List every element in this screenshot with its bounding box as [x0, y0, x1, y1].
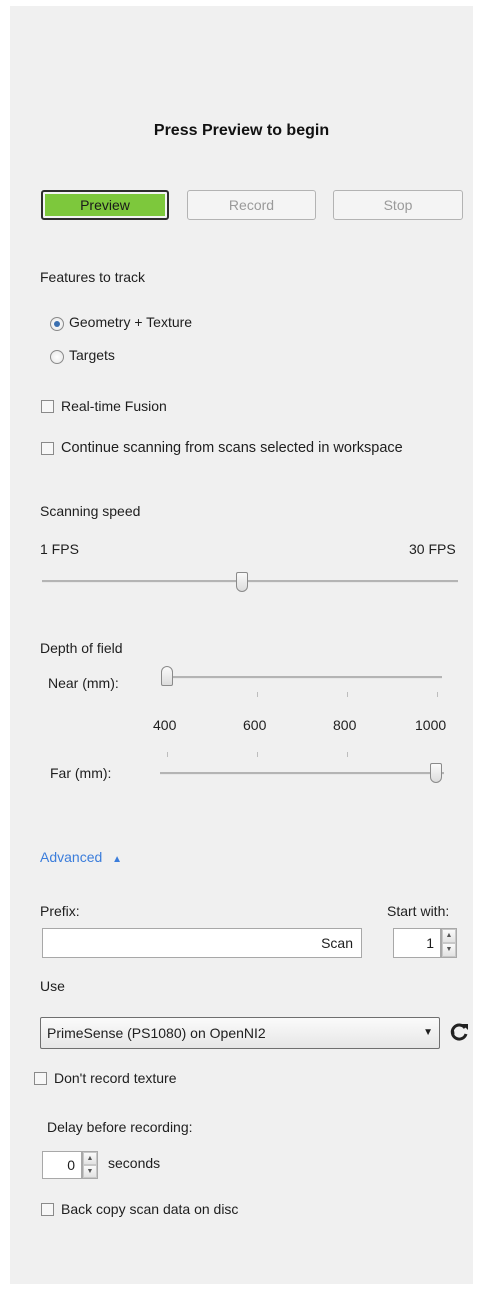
page-title: Press Preview to begin — [153, 122, 330, 139]
far-label: Far (mm): — [50, 765, 112, 781]
continue-scanning-checkbox[interactable] — [41, 442, 54, 455]
speed-min-label: 1 FPS — [40, 541, 79, 557]
advanced-toggle[interactable]: Advanced ▲ — [40, 849, 122, 865]
device-select[interactable]: PrimeSense (PS1080) on OpenNI2 ▼ — [40, 1017, 440, 1049]
scanning-speed-label: Scanning speed — [40, 503, 141, 519]
near-tick — [347, 692, 348, 697]
chevron-down-icon: ▼ — [423, 1027, 433, 1038]
radio-targets-label[interactable]: Targets — [69, 347, 115, 363]
scan-panel: Press Preview to begin Preview Record St… — [10, 6, 473, 1284]
delay-label: Delay before recording: — [47, 1119, 193, 1135]
stepper-down-icon[interactable]: ▼ — [83, 1165, 97, 1178]
preview-button-label: Preview — [45, 194, 165, 216]
back-copy-checkbox[interactable] — [41, 1203, 54, 1216]
delay-input[interactable]: 0 — [42, 1151, 82, 1179]
near-slider-thumb[interactable] — [161, 666, 173, 686]
radio-geometry-texture-label[interactable]: Geometry + Texture — [69, 314, 192, 330]
triangle-up-icon[interactable]: ▲ — [112, 854, 122, 865]
dont-record-texture-label[interactable]: Don't record texture — [54, 1070, 177, 1086]
far-slider-track[interactable] — [160, 772, 444, 775]
start-with-label: Start with: — [387, 903, 450, 919]
near-label: Near (mm): — [48, 675, 119, 691]
depth-of-field-label: Depth of field — [40, 640, 123, 656]
refresh-icon[interactable] — [448, 1021, 470, 1043]
prefix-label: Prefix: — [40, 903, 80, 919]
far-tick — [167, 752, 168, 757]
near-tick — [437, 692, 438, 697]
far-tick — [257, 752, 258, 757]
depth-tick-label: 600 — [243, 717, 267, 733]
radio-targets[interactable] — [50, 350, 64, 364]
preview-button[interactable]: Preview — [41, 190, 169, 220]
stop-button[interactable]: Stop — [333, 190, 463, 220]
radio-geometry-texture[interactable] — [50, 317, 64, 331]
device-select-value: PrimeSense (PS1080) on OpenNI2 — [47, 1025, 266, 1041]
speed-max-label: 30 FPS — [409, 541, 456, 557]
stepper-up-icon[interactable]: ▲ — [83, 1152, 97, 1165]
record-button[interactable]: Record — [187, 190, 316, 220]
features-label: Features to track — [40, 269, 146, 285]
prefix-input[interactable]: Scan — [42, 928, 362, 958]
depth-tick-label: 400 — [153, 717, 177, 733]
use-label: Use — [40, 978, 65, 994]
realtime-fusion-label[interactable]: Real-time Fusion — [61, 398, 167, 414]
far-slider-thumb[interactable] — [430, 763, 442, 783]
advanced-label[interactable]: Advanced — [40, 849, 102, 865]
start-with-stepper[interactable]: ▲ ▼ — [441, 928, 457, 958]
near-slider-track[interactable] — [162, 676, 442, 679]
stepper-up-icon[interactable]: ▲ — [442, 929, 456, 943]
start-with-input[interactable]: 1 — [393, 928, 441, 958]
delay-unit-label: seconds — [108, 1155, 161, 1171]
continue-scanning-label[interactable]: Continue scanning from scans selected in… — [61, 440, 403, 456]
near-tick — [257, 692, 258, 697]
dont-record-texture-checkbox[interactable] — [34, 1072, 47, 1085]
realtime-fusion-checkbox[interactable] — [41, 400, 54, 413]
far-tick — [347, 752, 348, 757]
stepper-down-icon[interactable]: ▼ — [442, 943, 456, 957]
speed-slider-thumb[interactable] — [235, 572, 248, 592]
speed-slider-track[interactable] — [42, 580, 458, 583]
delay-stepper[interactable]: ▲ ▼ — [82, 1151, 98, 1179]
depth-tick-label: 800 — [333, 717, 357, 733]
depth-tick-label: 1000 — [415, 717, 447, 733]
back-copy-label[interactable]: Back copy scan data on disc — [61, 1201, 238, 1217]
